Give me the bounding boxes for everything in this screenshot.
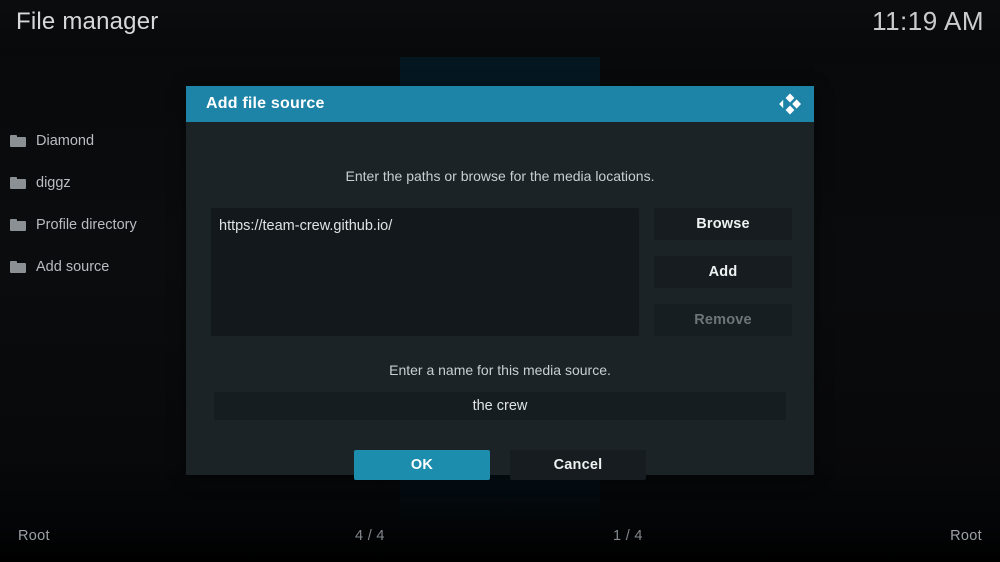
dialog-header: Add file source	[186, 86, 814, 122]
paths-action-buttons: Browse Add Remove	[654, 208, 792, 352]
file-list: Diamond diggz Profile directory Add sour…	[0, 120, 190, 288]
cancel-button[interactable]: Cancel	[510, 450, 646, 480]
paths-hint-label: Enter the paths or browse for the media …	[345, 168, 655, 184]
list-item[interactable]: Profile directory	[0, 204, 190, 246]
source-name-input[interactable]: the crew	[214, 392, 786, 420]
list-item-label: Profile directory	[36, 217, 137, 233]
folder-icon	[10, 135, 26, 147]
kodi-screen: File manager 11:19 AM Diamond diggz Prof…	[0, 0, 1000, 562]
add-file-source-dialog: Add file source Enter the paths or brows…	[186, 86, 814, 480]
kodi-logo-icon	[778, 93, 802, 115]
list-item-label: Add source	[36, 259, 110, 275]
list-item-add-source[interactable]: Add source	[0, 246, 190, 288]
folder-icon	[10, 219, 26, 231]
page-title: File manager	[16, 8, 159, 35]
status-right-count: 1 / 4	[613, 528, 643, 544]
dialog-title: Add file source	[206, 95, 325, 112]
top-bar: File manager 11:19 AM	[0, 0, 1000, 57]
name-hint-label: Enter a name for this media source.	[389, 362, 611, 378]
list-item[interactable]: Diamond	[0, 120, 190, 162]
dialog-body: Enter the paths or browse for the media …	[186, 122, 814, 480]
status-right-path: Root	[950, 528, 982, 544]
remove-button: Remove	[654, 304, 792, 336]
folder-icon	[10, 261, 26, 273]
folder-icon	[10, 177, 26, 189]
path-list-item[interactable]: https://team-crew.github.io/	[211, 208, 639, 234]
status-left-path: Root	[18, 528, 50, 544]
list-item[interactable]: diggz	[0, 162, 190, 204]
dialog-action-row: OK Cancel	[186, 450, 814, 480]
paths-list[interactable]: https://team-crew.github.io/	[211, 208, 639, 336]
ok-button[interactable]: OK	[354, 450, 490, 480]
browse-button[interactable]: Browse	[654, 208, 792, 240]
list-item-label: Diamond	[36, 133, 95, 149]
status-left-count: 4 / 4	[355, 528, 385, 544]
clock: 11:19 AM	[872, 6, 984, 36]
add-button[interactable]: Add	[654, 256, 792, 288]
list-item-label: diggz	[36, 175, 71, 191]
status-bar: Root 4 / 4 1 / 4 Root	[0, 516, 1000, 562]
